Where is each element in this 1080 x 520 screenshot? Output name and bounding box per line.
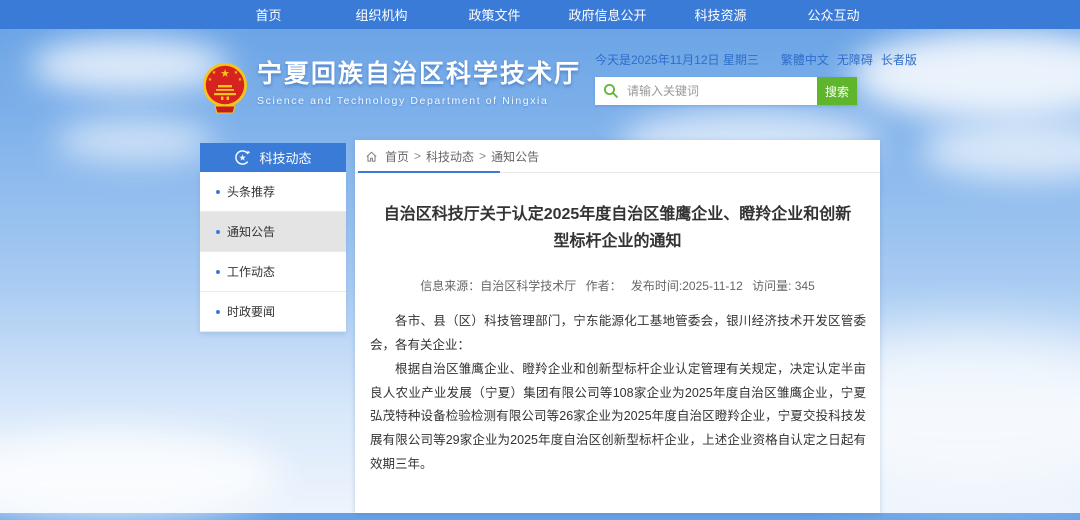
sidebar-item-current-politics[interactable]: 时政要闻 [200, 292, 346, 332]
meta-publish-time: 发布时间:2025-11-12 [631, 279, 743, 293]
bullet-dot-icon [216, 270, 220, 274]
meta-visits: 访问量: 345 [752, 279, 815, 293]
link-senior-version[interactable]: 长者版 [881, 51, 917, 68]
nav-item-public-interaction[interactable]: 公众互动 [777, 5, 890, 24]
nav-item-policy-documents[interactable]: 政策文件 [438, 5, 551, 24]
svg-text:★: ★ [238, 77, 243, 83]
page: 首页 组织机构 政策文件 政府信息公开 科技资源 公众互动 ★ ★ ★ ★ ★ … [0, 0, 1080, 513]
main-content-panel: 首页 > 科技动态 > 通知公告 自治区科技厅关于认定2025年度自治区雏鹰企业… [355, 140, 880, 513]
meta-source: 信息来源：自治区科学技术厅 [420, 279, 576, 293]
meta-author: 作者： [586, 279, 622, 293]
cloud-decoration [55, 118, 215, 163]
sidebar-item-notices[interactable]: 通知公告 [200, 212, 346, 252]
sidebar-header: ★ 科技动态 [200, 143, 346, 172]
svg-text:★: ★ [212, 70, 217, 76]
sidebar-item-label: 时政要闻 [227, 303, 275, 320]
link-accessibility[interactable]: 无障碍 [837, 51, 873, 68]
article-title: 自治区科技厅关于认定2025年度自治区雏鹰企业、瞪羚企业和创新型标杆企业的通知 [379, 201, 857, 255]
article-paragraph: 各市、县（区）科技管理部门，宁东能源化工基地管委会，银川经济技术开发区管委会，各… [370, 310, 866, 358]
sidebar-item-label: 头条推荐 [227, 183, 275, 200]
breadcrumb-separator: > [479, 149, 486, 163]
header-utility-area: 今天是2025年11月12日 星期三 繁體中文 无障碍 长者版 搜索 [595, 51, 875, 105]
article-paragraph: 根据自治区雏鹰企业、瞪羚企业和创新型标杆企业认定管理有关规定，决定认定半亩良人农… [370, 358, 866, 477]
current-date: 今天是2025年11月12日 星期三 [595, 51, 759, 68]
nav-item-gov-info-disclosure[interactable]: 政府信息公开 [551, 5, 664, 24]
cloud-decoration [850, 30, 1080, 120]
breadcrumb-accent-underline [358, 171, 500, 173]
svg-text:★: ★ [220, 68, 230, 80]
breadcrumb: 首页 > 科技动态 > 通知公告 [365, 148, 539, 165]
national-emblem-logo: ★ ★ ★ ★ ★ [201, 60, 249, 114]
home-icon [365, 150, 378, 163]
svg-text:★: ★ [208, 77, 213, 83]
sidebar-item-label: 工作动态 [227, 263, 275, 280]
breadcrumb-separator: > [414, 149, 421, 163]
sidebar-item-label: 通知公告 [227, 223, 275, 240]
breadcrumb-row: 首页 > 科技动态 > 通知公告 [355, 140, 880, 173]
sidebar: ★ 科技动态 头条推荐 通知公告 工作动态 时政要闻 [200, 143, 346, 332]
svg-text:★: ★ [239, 153, 247, 163]
cloud-decoration [30, 38, 230, 93]
article-body: 各市、县（区）科技管理部门，宁东能源化工基地管委会，银川经济技术开发区管委会，各… [370, 310, 866, 476]
site-brand: ★ ★ ★ ★ ★ 宁夏回族自治区科学技术厅 Science and Techn… [201, 60, 581, 114]
cloud-decoration [920, 120, 1080, 180]
breadcrumb-notices[interactable]: 通知公告 [491, 148, 539, 165]
search-button[interactable]: 搜索 [817, 77, 857, 105]
cloud-decoration [0, 430, 280, 520]
nav-item-home[interactable]: 首页 [212, 5, 325, 24]
sidebar-item-headline-recommend[interactable]: 头条推荐 [200, 172, 346, 212]
bullet-dot-icon [216, 230, 220, 234]
site-title: 宁夏回族自治区科学技术厅 [257, 60, 581, 89]
nav-item-organization[interactable]: 组织机构 [325, 5, 438, 24]
search-bar: 搜索 [595, 77, 857, 105]
tech-news-icon: ★ [234, 149, 251, 166]
sidebar-title: 科技动态 [259, 148, 311, 167]
bullet-dot-icon [216, 310, 220, 314]
svg-text:★: ★ [234, 70, 239, 76]
breadcrumb-tech-news[interactable]: 科技动态 [426, 148, 474, 165]
site-subtitle: Science and Technology Department of Nin… [257, 95, 581, 107]
top-navigation: 首页 组织机构 政策文件 政府信息公开 科技资源 公众互动 [0, 0, 1080, 29]
nav-item-tech-resources[interactable]: 科技资源 [664, 5, 777, 24]
search-input[interactable] [595, 77, 817, 105]
bullet-dot-icon [216, 190, 220, 194]
sidebar-item-work-dynamics[interactable]: 工作动态 [200, 252, 346, 292]
article-meta: 信息来源：自治区科学技术厅 作者： 发布时间:2025-11-12 访问量: 3… [355, 277, 880, 294]
link-traditional-chinese[interactable]: 繁體中文 [781, 51, 829, 68]
breadcrumb-home[interactable]: 首页 [385, 148, 409, 165]
search-icon [603, 83, 619, 99]
